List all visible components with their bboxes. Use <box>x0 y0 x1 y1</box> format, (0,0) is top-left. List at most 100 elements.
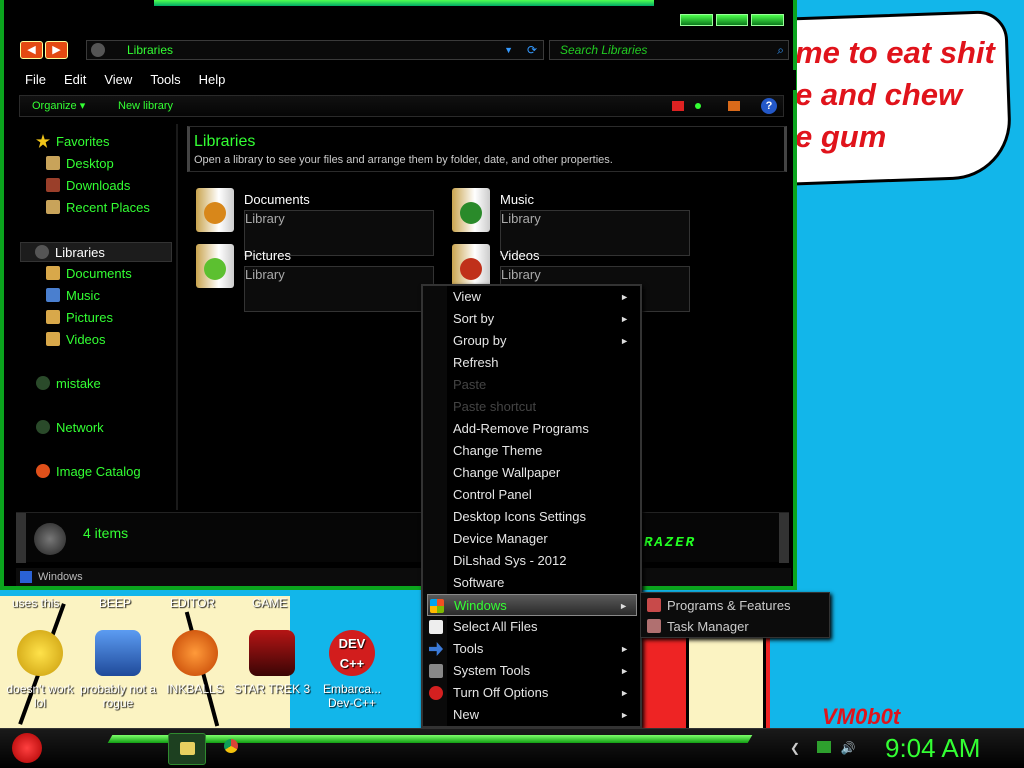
minimize-button[interactable] <box>680 14 713 26</box>
volume-icon[interactable]: 🔊 <box>841 741 856 755</box>
menu-item-sort-by[interactable]: Sort by ► <box>427 308 637 330</box>
taskbar-chrome-button[interactable] <box>224 739 238 753</box>
nav-recent-places[interactable]: Recent Places <box>46 198 150 218</box>
nav-music[interactable]: Music <box>46 286 100 306</box>
library-documents[interactable]: Documents Library <box>196 188 434 256</box>
menu-item-tools[interactable]: Tools ► <box>427 638 637 660</box>
start-button[interactable] <box>8 729 48 768</box>
nav-image-catalog[interactable]: Image Catalog <box>36 462 141 482</box>
submenu-item-programs-features[interactable]: Programs & Features <box>643 595 827 616</box>
desktop-icon-label: doesn't work lol <box>6 682 74 710</box>
desktop-icon-devcpp[interactable]: DEV C++ Embarca... Dev-C++ <box>312 630 392 710</box>
submenu-item-task-manager[interactable]: Task Manager <box>643 616 827 637</box>
select-all-icon <box>429 620 443 634</box>
submenu-arrow-icon: ► <box>620 336 629 346</box>
inkball-icon <box>172 630 218 676</box>
search-icon[interactable]: ⌕ <box>777 41 784 59</box>
desktop-icon-rogue[interactable]: probably not a rogue <box>78 630 158 710</box>
menu-item-software[interactable]: Software <box>427 572 637 594</box>
search-input[interactable]: Search Libraries ⌕ <box>549 40 789 60</box>
yahoo-messenger-icon <box>17 630 63 676</box>
help-icon[interactable]: ? <box>761 98 777 114</box>
submenu-arrow-icon: ► <box>620 666 629 676</box>
show-hidden-icons-icon[interactable]: ❮ <box>790 741 800 755</box>
page-title: Libraries <box>194 133 256 150</box>
menu-view[interactable]: View <box>95 70 141 90</box>
folder-icon <box>180 742 195 755</box>
menu-item-device-manager[interactable]: Device Manager <box>427 528 637 550</box>
maximize-button[interactable] <box>715 14 749 26</box>
menu-item-dilshad-sys[interactable]: DiLshad Sys - 2012 <box>427 550 637 572</box>
power-icon <box>429 686 443 700</box>
star-trek-icon <box>249 630 295 676</box>
view-dropdown-icon[interactable] <box>695 103 701 109</box>
menu-item-change-theme[interactable]: Change Theme <box>427 440 637 462</box>
desktop-icon-inkballs[interactable]: INKBALLS <box>155 630 235 696</box>
action-center-icon[interactable] <box>817 741 832 753</box>
desktop-label[interactable]: GAME <box>252 596 287 610</box>
menu-item-desktop-icons-settings[interactable]: Desktop Icons Settings <box>427 506 637 528</box>
nav-favorites[interactable]: Favorites <box>36 132 109 152</box>
close-button[interactable] <box>751 14 785 26</box>
back-arrow-icon: ◀ <box>27 44 36 56</box>
pictures-icon <box>46 310 60 324</box>
library-name: Pictures <box>244 248 291 263</box>
image-catalog-icon <box>36 464 50 478</box>
menu-item-system-tools[interactable]: System Tools ► <box>427 660 637 682</box>
menu-tools[interactable]: Tools <box>141 70 189 90</box>
view-options-icon[interactable] <box>672 101 684 111</box>
menu-item-add-remove-programs[interactable]: Add-Remove Programs <box>427 418 637 440</box>
menu-item-change-wallpaper[interactable]: Change Wallpaper <box>427 462 637 484</box>
menu-item-turn-off-options[interactable]: Turn Off Options ► <box>427 682 637 704</box>
nav-downloads[interactable]: Downloads <box>46 176 130 196</box>
refresh-icon[interactable]: ⟳ <box>527 41 537 59</box>
libraries-orb-icon <box>34 523 66 555</box>
nav-network[interactable]: Network <box>36 418 104 438</box>
explorer-window: ◀ ▶ Libraries ▼ ⟳ Search Libraries ⌕ Fil… <box>0 0 797 590</box>
taskbar-explorer-button[interactable] <box>168 733 206 765</box>
desktop-icon-startrek[interactable]: STAR TREK 3 <box>232 630 312 696</box>
window-controls <box>680 14 785 26</box>
windows-icon <box>20 571 32 583</box>
documents-icon <box>46 266 60 280</box>
menu-edit[interactable]: Edit <box>55 70 95 90</box>
menu-item-view[interactable]: View ► <box>427 286 637 308</box>
chevron-down-icon[interactable]: ▼ <box>504 41 513 59</box>
desktop-label[interactable]: uses this <box>12 596 59 610</box>
menu-file[interactable]: File <box>16 70 55 90</box>
pane-divider[interactable] <box>176 124 178 510</box>
address-bar[interactable]: Libraries ▼ ⟳ <box>86 40 544 60</box>
nav-documents[interactable]: Documents <box>46 264 132 284</box>
recent-places-icon <box>46 200 60 214</box>
videos-icon <box>46 332 60 346</box>
nav-videos[interactable]: Videos <box>46 330 106 350</box>
menu-item-group-by[interactable]: Group by ► <box>427 330 637 352</box>
nav-desktop[interactable]: Desktop <box>46 154 114 174</box>
forward-button[interactable]: ▶ <box>45 41 68 59</box>
desktop-icon-label: probably not a rogue <box>79 682 157 710</box>
desktop-icon-label: Embarca... Dev-C++ <box>322 682 382 710</box>
library-header: Libraries Open a library to see your fil… <box>187 126 787 172</box>
menu-item-control-panel[interactable]: Control Panel <box>427 484 637 506</box>
menu-item-select-all-files[interactable]: Select All Files <box>427 616 637 638</box>
nav-mistake[interactable]: mistake <box>36 374 101 394</box>
new-library-button[interactable]: New library <box>118 96 173 116</box>
menu-help[interactable]: Help <box>190 70 235 90</box>
submenu-arrow-icon: ► <box>620 644 629 654</box>
arrow-right-icon <box>429 642 443 656</box>
desktop-label[interactable]: BEEP <box>99 596 131 610</box>
library-pictures[interactable]: Pictures Library <box>196 244 434 312</box>
back-button[interactable]: ◀ <box>20 41 43 59</box>
desktop-icon <box>46 156 60 170</box>
desktop-icon-yahoo[interactable]: doesn't work lol <box>0 630 80 710</box>
menu-item-windows[interactable]: Windows ► <box>427 594 637 616</box>
nav-pictures[interactable]: Pictures <box>46 308 113 328</box>
preview-pane-icon[interactable] <box>728 101 740 111</box>
menu-item-refresh[interactable]: Refresh <box>427 352 637 374</box>
desktop-label[interactable]: EDITOR <box>170 596 215 610</box>
library-music[interactable]: Music Library <box>452 188 690 256</box>
clock[interactable]: 9:04 AM <box>885 733 980 764</box>
organize-button[interactable]: Organize ▾ <box>32 96 85 116</box>
menu-item-new[interactable]: New ► <box>427 704 637 726</box>
nav-libraries[interactable]: Libraries <box>20 242 172 262</box>
